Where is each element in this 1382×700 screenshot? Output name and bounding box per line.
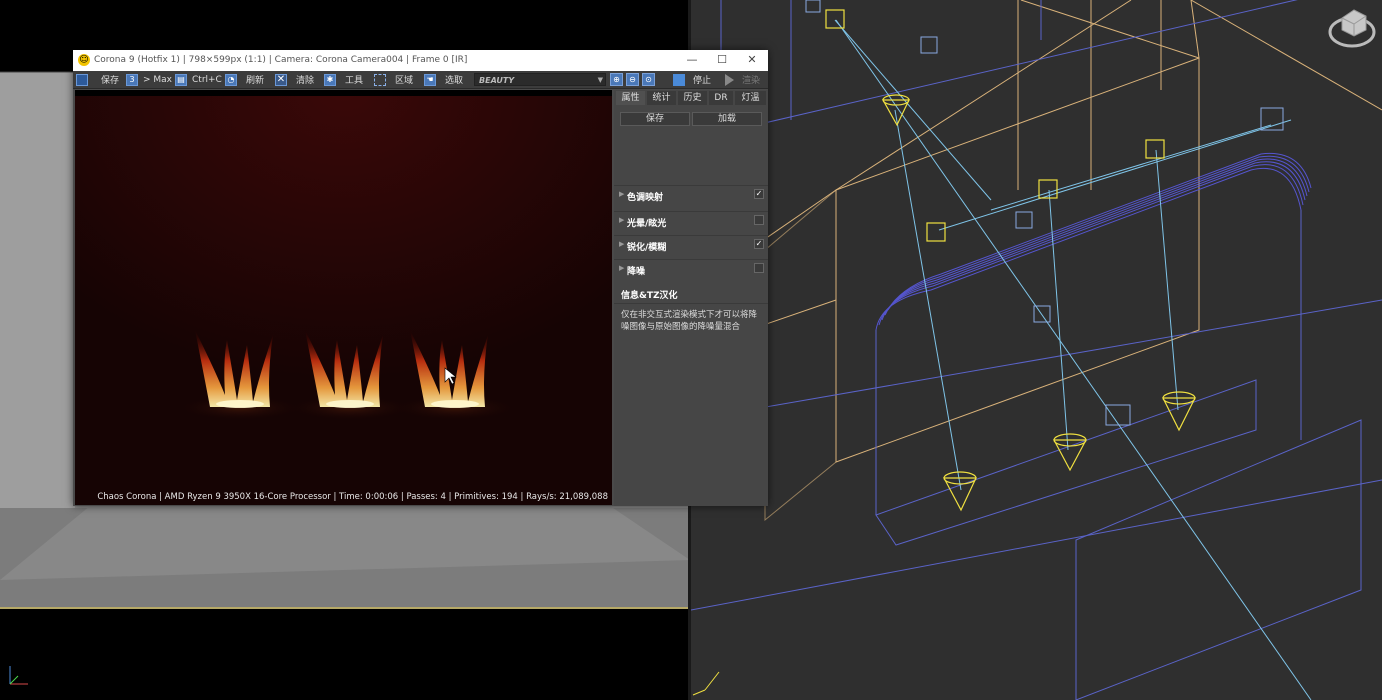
refresh-button[interactable]: ◔ 刷新 bbox=[225, 72, 264, 87]
refresh-icon: ◔ bbox=[225, 73, 237, 86]
corona-vfb-window[interactable]: ☺ Corona 9 (Hotfix 1) | 798×599px (1:1) … bbox=[73, 50, 768, 506]
render-image[interactable]: Chaos Corona | AMD Ryzen 9 3950X 16-Core… bbox=[75, 90, 612, 505]
panel-save-button[interactable]: 保存 bbox=[620, 112, 690, 126]
minimize-button[interactable]: — bbox=[683, 52, 701, 68]
pick-button[interactable]: ☚ 选取 bbox=[424, 72, 463, 87]
tab-properties[interactable]: 属性 bbox=[616, 91, 645, 105]
zoom-in-icon[interactable]: ⊕ bbox=[610, 73, 623, 86]
clear-icon: ✕ bbox=[275, 73, 287, 86]
maximize-button[interactable]: ☐ bbox=[713, 52, 731, 68]
tab-stats[interactable]: 统计 bbox=[647, 91, 676, 105]
tab-lightmix[interactable]: 灯溫 bbox=[735, 91, 766, 105]
stop-button[interactable]: 停止 bbox=[673, 73, 711, 86]
save-icon bbox=[76, 73, 88, 86]
to-max-button[interactable]: 3 > Max bbox=[126, 72, 172, 87]
close-button[interactable]: ✕ bbox=[743, 52, 761, 68]
rendered-fire-image bbox=[75, 90, 612, 505]
expand-arrow-icon: ▶ bbox=[619, 216, 625, 224]
info-title: 信息&TZ汉化 bbox=[621, 291, 678, 301]
copy-button[interactable]: ▤ Ctrl+C bbox=[175, 72, 222, 87]
expand-arrow-icon: ▶ bbox=[619, 240, 625, 248]
sharpen-blur-checkbox[interactable]: ✓ bbox=[754, 239, 764, 249]
section-sharpen-blur[interactable]: ▶ 锐化/模糊 ✓ bbox=[614, 235, 768, 254]
tab-history[interactable]: 历史 bbox=[678, 91, 707, 105]
tonemapping-checkbox[interactable]: ✓ bbox=[754, 189, 764, 199]
clear-button[interactable]: ✕ 清除 bbox=[275, 72, 314, 87]
save-button[interactable]: 保存 bbox=[76, 72, 119, 87]
expand-arrow-icon: ▶ bbox=[619, 190, 625, 198]
section-bloom-glare[interactable]: ▶ 光晕/眩光 bbox=[614, 211, 768, 230]
info-text: 仅在非交互式渲染模式下才可以将降噪图像与原始图像的降噪量混合 bbox=[621, 310, 758, 332]
expand-arrow-icon: ▶ bbox=[619, 264, 625, 272]
divider bbox=[614, 303, 768, 304]
chevron-down-icon: ▼ bbox=[597, 76, 603, 84]
section-denoise[interactable]: ▶ 降噪 bbox=[614, 259, 768, 278]
section-tonemapping[interactable]: ▶ 色调映射 ✓ bbox=[614, 185, 768, 204]
max-icon: 3 bbox=[126, 73, 138, 86]
tab-dr[interactable]: DR bbox=[709, 91, 733, 105]
gear-icon: ✱ bbox=[324, 73, 336, 86]
render-status-text: Chaos Corona | AMD Ryzen 9 3950X 16-Core… bbox=[97, 492, 608, 502]
vfb-toolbar: 保存 3 > Max ▤ Ctrl+C ◔ 刷新 ✕ 清除 ✱ 工具 区域 ☚ … bbox=[73, 71, 768, 89]
play-icon bbox=[725, 73, 734, 86]
right-viewport[interactable] bbox=[691, 0, 1382, 700]
panel-tabs: 属性 统计 历史 DR 灯溫 bbox=[614, 90, 768, 106]
pick-icon: ☚ bbox=[424, 73, 436, 86]
channel-select[interactable]: BEAUTY ▼ bbox=[474, 73, 606, 86]
stop-icon bbox=[673, 73, 685, 86]
settings-panel: 属性 统计 历史 DR 灯溫 保存 加载 ▶ 色调映射 ✓ ▶ 光晕/眩光 ▶ … bbox=[614, 90, 768, 506]
bloom-glare-checkbox[interactable] bbox=[754, 215, 764, 225]
region-button[interactable]: 区域 bbox=[374, 72, 413, 87]
region-icon bbox=[374, 73, 386, 86]
zoom-out-icon[interactable]: ⊖ bbox=[626, 73, 639, 86]
wireframe-scene bbox=[691, 0, 1382, 700]
panel-load-button[interactable]: 加载 bbox=[692, 112, 762, 126]
copy-icon: ▤ bbox=[175, 73, 187, 86]
denoise-checkbox[interactable] bbox=[754, 263, 764, 273]
tools-button[interactable]: ✱ 工具 bbox=[324, 72, 363, 87]
window-title: Corona 9 (Hotfix 1) | 798×599px (1:1) | … bbox=[94, 55, 468, 65]
zoom-fit-icon[interactable]: ⊙ bbox=[642, 73, 655, 86]
corona-logo-icon: ☺ bbox=[78, 54, 90, 66]
window-titlebar[interactable]: ☺ Corona 9 (Hotfix 1) | 798×599px (1:1) … bbox=[73, 50, 768, 71]
render-button[interactable]: 渲染 bbox=[725, 73, 760, 86]
